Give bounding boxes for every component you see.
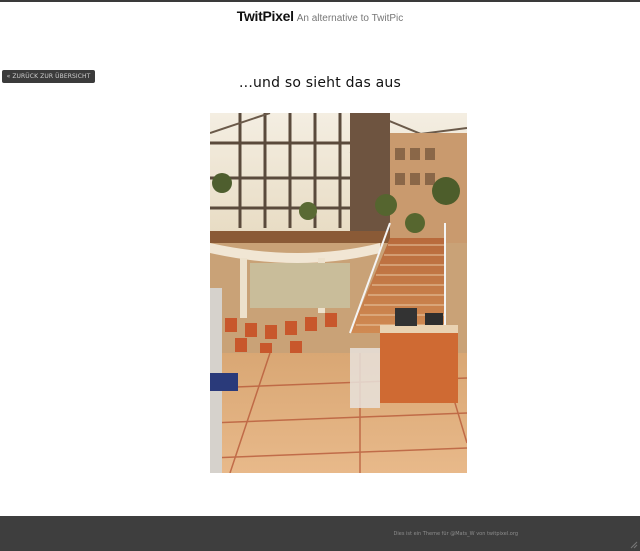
photo-image [210,113,467,473]
resize-grip-icon[interactable] [630,541,638,549]
atrium-photo-illustration [210,113,467,473]
top-bar [0,0,640,2]
site-header: TwitPixel An alternative to TwitPic [0,8,640,26]
site-footer: Dies ist ein Theme für @Mats_W von twitp… [0,516,640,551]
site-brand[interactable]: TwitPixel [237,8,294,24]
photo-title: ...und so sieht das aus [239,75,401,91]
site-tagline: An alternative to TwitPic [296,13,404,24]
footer-credit: Dies ist ein Theme für @Mats_W von twitp… [393,531,518,537]
